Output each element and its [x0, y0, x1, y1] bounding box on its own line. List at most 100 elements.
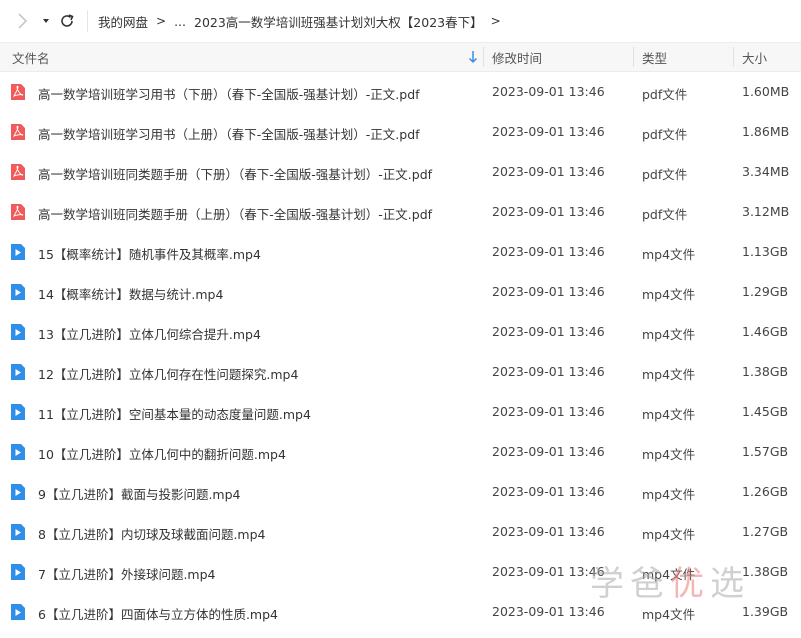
- video-icon: [10, 323, 26, 341]
- file-type: mp4文件: [642, 607, 696, 622]
- file-type: pdf文件: [642, 87, 688, 102]
- file-name[interactable]: 14【概率统计】数据与统计.mp4: [38, 284, 223, 303]
- file-row[interactable]: 14【概率统计】数据与统计.mp4 2023-09-01 13:46 mp4文件 1.…: [0, 272, 801, 312]
- file-modified: 2023-09-01 13:46: [492, 484, 605, 499]
- file-size: 3.12MB: [742, 204, 790, 219]
- file-modified: 2023-09-01 13:46: [492, 284, 605, 299]
- file-name[interactable]: 高一数学培训班同类题手册（上册）（春下-全国版-强基计划）-正文.pdf: [38, 204, 432, 223]
- breadcrumb-root[interactable]: 我的网盘: [98, 12, 148, 31]
- file-modified: 2023-09-01 13:46: [492, 604, 605, 619]
- column-divider[interactable]: [483, 47, 484, 67]
- file-size: 1.57GB: [742, 444, 789, 459]
- pdf-icon: [10, 203, 26, 221]
- video-icon: [10, 523, 26, 541]
- file-size: 1.46GB: [742, 324, 789, 339]
- refresh-icon: [61, 14, 74, 27]
- file-name[interactable]: 10【立几进阶】立体几何中的翻折问题.mp4: [38, 444, 286, 463]
- column-header: 文件名 修改时间 类型 大小: [0, 42, 801, 72]
- file-name[interactable]: 15【概率统计】随机事件及其概率.mp4: [38, 244, 261, 263]
- file-modified: 2023-09-01 13:46: [492, 244, 605, 259]
- refresh-button[interactable]: [58, 11, 76, 31]
- toolbar: 我的网盘 > ... 2023高一数学培训班强基计划刘大权【2023春下】 >: [0, 0, 801, 42]
- file-row[interactable]: 高一数学培训班学习用书（上册）（春下-全国版-强基计划）-正文.pdf 2023-…: [0, 112, 801, 152]
- file-modified: 2023-09-01 13:46: [492, 564, 605, 579]
- file-name[interactable]: 11【立几进阶】空间基本量的动态度量问题.mp4: [38, 404, 311, 423]
- file-type: mp4文件: [642, 247, 696, 262]
- file-row[interactable]: 9【立几进阶】截面与投影问题.mp4 2023-09-01 13:46 mp4文件 1…: [0, 472, 801, 512]
- file-modified: 2023-09-01 13:46: [492, 84, 605, 99]
- column-type[interactable]: 类型: [642, 43, 667, 71]
- file-size: 1.86MB: [742, 124, 790, 139]
- watermark-highlight: 优: [670, 564, 710, 604]
- history-dropdown-button[interactable]: [40, 12, 52, 30]
- file-type: mp4文件: [642, 447, 696, 462]
- watermark-logo: 学爸优选: [590, 556, 750, 605]
- file-modified: 2023-09-01 13:46: [492, 124, 605, 139]
- file-row[interactable]: 12【立几进阶】立体几何存在性问题探究.mp4 2023-09-01 13:46 m…: [0, 352, 801, 392]
- file-name[interactable]: 6【立几进阶】四面体与立方体的性质.mp4: [38, 604, 278, 623]
- file-size: 1.60MB: [742, 84, 790, 99]
- video-icon: [10, 563, 26, 581]
- file-modified: 2023-09-01 13:46: [492, 404, 605, 419]
- pdf-icon: [10, 83, 26, 101]
- chevron-right-icon: [18, 13, 28, 29]
- video-icon: [10, 483, 26, 501]
- toolbar-divider: [87, 10, 88, 32]
- file-row[interactable]: 15【概率统计】随机事件及其概率.mp4 2023-09-01 13:46 mp4文…: [0, 232, 801, 272]
- file-name[interactable]: 高一数学培训班学习用书（下册）（春下-全国版-强基计划）-正文.pdf: [38, 84, 420, 103]
- video-icon: [10, 403, 26, 421]
- file-type: pdf文件: [642, 127, 688, 142]
- file-name[interactable]: 8【立几进阶】内切球及球截面问题.mp4: [38, 524, 266, 543]
- file-type: mp4文件: [642, 487, 696, 502]
- file-type: mp4文件: [642, 527, 696, 542]
- breadcrumb-chevron-icon: >: [156, 14, 167, 28]
- video-icon: [10, 243, 26, 261]
- video-icon: [10, 443, 26, 461]
- file-size: 1.27GB: [742, 524, 789, 539]
- breadcrumb-ellipsis[interactable]: ...: [174, 14, 186, 29]
- file-type: pdf文件: [642, 167, 688, 182]
- file-size: 1.29GB: [742, 284, 789, 299]
- file-name[interactable]: 13【立几进阶】立体几何综合提升.mp4: [38, 324, 261, 343]
- file-size: 1.13GB: [742, 244, 789, 259]
- file-name[interactable]: 高一数学培训班学习用书（上册）（春下-全国版-强基计划）-正文.pdf: [38, 124, 420, 143]
- file-type: pdf文件: [642, 207, 688, 222]
- video-icon: [10, 283, 26, 301]
- column-divider[interactable]: [733, 47, 734, 67]
- column-modified[interactable]: 修改时间: [492, 43, 542, 71]
- column-size[interactable]: 大小: [742, 43, 767, 71]
- file-row[interactable]: 13【立几进阶】立体几何综合提升.mp4 2023-09-01 13:46 mp4文…: [0, 312, 801, 352]
- file-size: 3.34MB: [742, 164, 790, 179]
- breadcrumb: 我的网盘 > ... 2023高一数学培训班强基计划刘大权【2023春下】 >: [98, 12, 509, 30]
- sort-down-arrow-icon[interactable]: [468, 50, 478, 64]
- file-name[interactable]: 9【立几进阶】截面与投影问题.mp4: [38, 484, 241, 503]
- file-row[interactable]: 11【立几进阶】空间基本量的动态度量问题.mp4 2023-09-01 13:46…: [0, 392, 801, 432]
- file-modified: 2023-09-01 13:46: [492, 364, 605, 379]
- breadcrumb-current[interactable]: 2023高一数学培训班强基计划刘大权【2023春下】: [194, 12, 483, 31]
- watermark-text: 选: [710, 564, 750, 604]
- file-size: 1.39GB: [742, 604, 789, 619]
- breadcrumb-chevron-icon[interactable]: >: [491, 14, 501, 28]
- back-button[interactable]: [12, 11, 32, 31]
- column-name[interactable]: 文件名: [12, 43, 482, 71]
- file-type: mp4文件: [642, 407, 696, 422]
- column-divider[interactable]: [633, 47, 634, 67]
- file-type: mp4文件: [642, 327, 696, 342]
- file-modified: 2023-09-01 13:46: [492, 324, 605, 339]
- file-row[interactable]: 10【立几进阶】立体几何中的翻折问题.mp4 2023-09-01 13:46 mp…: [0, 432, 801, 472]
- pdf-icon: [10, 123, 26, 141]
- file-row[interactable]: 高一数学培训班同类题手册（上册）（春下-全国版-强基计划）-正文.pdf 2023…: [0, 192, 801, 232]
- file-modified: 2023-09-01 13:46: [492, 444, 605, 459]
- file-row[interactable]: 高一数学培训班同类题手册（下册）（春下-全国版-强基计划）-正文.pdf 2023…: [0, 152, 801, 192]
- file-name[interactable]: 12【立几进阶】立体几何存在性问题探究.mp4: [38, 364, 298, 383]
- file-modified: 2023-09-01 13:46: [492, 204, 605, 219]
- file-name[interactable]: 7【立几进阶】外接球问题.mp4: [38, 564, 216, 583]
- pdf-icon: [10, 163, 26, 181]
- file-size: 1.26GB: [742, 484, 789, 499]
- file-name[interactable]: 高一数学培训班同类题手册（下册）（春下-全国版-强基计划）-正文.pdf: [38, 164, 432, 183]
- file-row[interactable]: 高一数学培训班学习用书（下册）（春下-全国版-强基计划）-正文.pdf 2023-…: [0, 72, 801, 112]
- file-modified: 2023-09-01 13:46: [492, 164, 605, 179]
- file-modified: 2023-09-01 13:46: [492, 524, 605, 539]
- file-row[interactable]: 8【立几进阶】内切球及球截面问题.mp4 2023-09-01 13:46 mp4文…: [0, 512, 801, 552]
- file-type: mp4文件: [642, 367, 696, 382]
